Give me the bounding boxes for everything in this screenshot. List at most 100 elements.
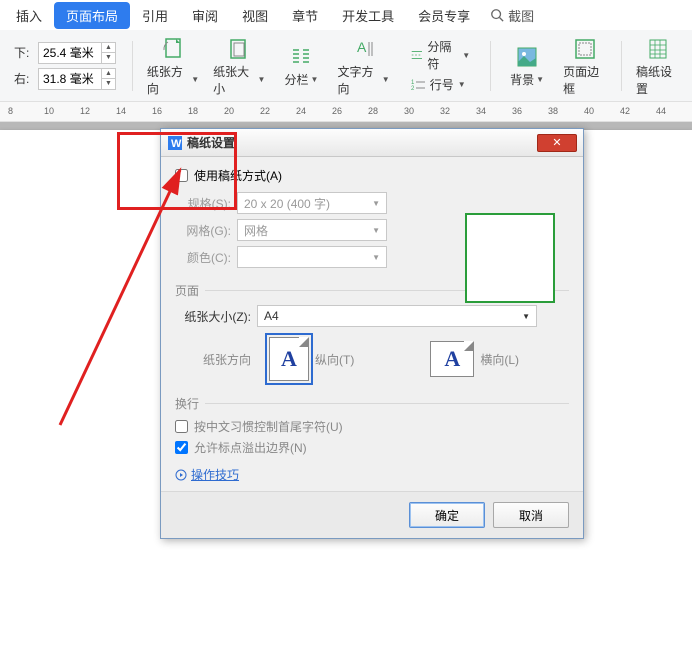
paper-size-value: A4 <box>264 309 279 323</box>
paper-size-select[interactable]: A4 ▼ <box>257 305 537 327</box>
paper-orientation-icon <box>159 35 187 63</box>
color-label: 颜色(C): <box>175 249 231 266</box>
menu-page-layout[interactable]: 页面布局 <box>54 2 130 29</box>
punct-overflow-checkbox[interactable] <box>175 441 188 454</box>
ruler-tick: 40 <box>584 106 594 116</box>
ruler-tick: 32 <box>440 106 450 116</box>
chevron-down-icon: ▼ <box>536 75 544 84</box>
cjk-wrap-checkbox[interactable] <box>175 420 188 433</box>
ruler-tick: 28 <box>368 106 378 116</box>
portrait-option[interactable]: A 纵向(T) <box>269 337 354 381</box>
menu-view[interactable]: 视图 <box>230 2 280 29</box>
spinner-down-icon[interactable]: ▼ <box>102 53 115 63</box>
use-manuscript-label: 使用稿纸方式(A) <box>194 167 282 184</box>
dialog-title: 稿纸设置 <box>187 134 235 151</box>
text-direction-label: 文字方向 <box>337 63 379 97</box>
cjk-wrap-label: 按中文习惯控制首尾字符(U) <box>194 418 343 435</box>
chevron-down-icon: ▼ <box>258 75 266 84</box>
manuscript-label: 稿纸设置 <box>636 63 680 97</box>
ruler-tick: 36 <box>512 106 522 116</box>
page-border-button[interactable]: 页面边框 <box>559 33 611 99</box>
menu-references[interactable]: 引用 <box>130 2 180 29</box>
ruler-tick: 38 <box>548 106 558 116</box>
landscape-option[interactable]: A 横向(L) <box>430 341 519 377</box>
ruler-tick: 26 <box>332 106 342 116</box>
color-select[interactable]: ▼ <box>237 246 387 268</box>
tips-link[interactable]: 操作技巧 <box>175 466 569 483</box>
columns-button[interactable]: 分栏▼ <box>275 41 327 90</box>
manuscript-icon <box>644 35 672 63</box>
background-label: 背景 <box>510 71 534 88</box>
chevron-down-icon: ▼ <box>458 80 466 89</box>
close-icon: ✕ <box>552 136 561 149</box>
ruler-tick: 14 <box>116 106 126 116</box>
margin-bottom-input[interactable] <box>39 46 101 60</box>
spec-label: 规格(S): <box>175 195 231 212</box>
ribbon-separator <box>132 41 133 91</box>
line-number-label: 行号 <box>430 76 454 93</box>
columns-icon <box>287 43 315 71</box>
spinner-down-icon[interactable]: ▼ <box>102 79 115 89</box>
separator-icon <box>410 48 424 62</box>
svg-text:A: A <box>357 39 367 55</box>
close-button[interactable]: ✕ <box>537 134 577 152</box>
paper-orient-label: 纸张方向 <box>175 351 251 368</box>
grid-select[interactable]: 网格▼ <box>237 219 387 241</box>
paper-orientation-button[interactable]: 纸张方向▼ <box>143 33 203 99</box>
dialog-icon: W <box>167 135 183 151</box>
manuscript-preview <box>465 213 555 303</box>
background-button[interactable]: 背景▼ <box>501 41 553 90</box>
menu-chapter[interactable]: 章节 <box>280 2 330 29</box>
use-manuscript-checkbox[interactable] <box>175 169 188 182</box>
horizontal-ruler: 810121416182022242628303234363840424446 <box>0 102 692 122</box>
separator-label: 分隔符 <box>427 38 458 72</box>
ribbon: 下: ▲▼ 右: ▲▼ 纸张方向▼ 纸张大小▼ 分栏▼ A 文字方向▼ <box>0 30 692 102</box>
chevron-down-icon: ▼ <box>382 75 390 84</box>
manuscript-button[interactable]: 稿纸设置 <box>632 33 684 99</box>
margin-right-label: 右: <box>14 70 38 87</box>
ruler-tick: 44 <box>656 106 666 116</box>
cancel-button[interactable]: 取消 <box>493 502 569 528</box>
spinner-up-icon[interactable]: ▲ <box>102 43 115 53</box>
svg-text:2: 2 <box>411 86 415 92</box>
search-icon <box>490 8 504 22</box>
ruler-tick: 8 <box>8 106 13 116</box>
ruler-tick: 30 <box>404 106 414 116</box>
ruler-tick: 10 <box>44 106 54 116</box>
dialog-titlebar[interactable]: W 稿纸设置 ✕ <box>161 129 583 157</box>
menu-review[interactable]: 审阅 <box>180 2 230 29</box>
paper-size-button[interactable]: 纸张大小▼ <box>209 33 269 99</box>
ribbon-separator <box>621 41 622 91</box>
ruler-tick: 20 <box>224 106 234 116</box>
ruler-tick: 22 <box>260 106 270 116</box>
margin-bottom-label: 下: <box>14 44 38 61</box>
margin-right-spinner[interactable]: ▲▼ <box>38 68 116 90</box>
background-icon <box>513 43 541 71</box>
text-direction-icon: A <box>350 35 378 63</box>
chevron-down-icon: ▼ <box>372 253 380 262</box>
margin-bottom-spinner[interactable]: ▲▼ <box>38 42 116 64</box>
landscape-label: 横向(L) <box>480 351 519 368</box>
line-number-icon: 12 <box>410 78 426 92</box>
ok-button[interactable]: 确定 <box>409 502 485 528</box>
chevron-down-icon: ▼ <box>310 75 318 84</box>
spinner-up-icon[interactable]: ▲ <box>102 69 115 79</box>
chevron-down-icon: ▼ <box>522 312 530 321</box>
line-number-button[interactable]: 12 行号 ▼ <box>406 74 475 95</box>
separator-button[interactable]: 分隔符▼ <box>406 36 475 74</box>
chevron-down-icon: ▼ <box>191 75 199 84</box>
menu-bar: 插入 页面布局 引用 审阅 视图 章节 开发工具 会员专享 截图 <box>0 0 692 30</box>
search-box[interactable]: 截图 <box>490 6 534 25</box>
margin-right-input[interactable] <box>39 72 101 86</box>
columns-label: 分栏 <box>284 71 308 88</box>
menu-vip[interactable]: 会员专享 <box>406 2 482 29</box>
text-direction-button[interactable]: A 文字方向▼ <box>333 33 393 99</box>
ruler-tick: 24 <box>296 106 306 116</box>
menu-insert[interactable]: 插入 <box>4 2 54 29</box>
spec-select[interactable]: 20 x 20 (400 字)▼ <box>237 192 387 214</box>
paper-size-label: 纸张大小 <box>213 63 255 97</box>
ruler-tick: 34 <box>476 106 486 116</box>
page-border-label: 页面边框 <box>563 63 607 97</box>
chevron-down-icon: ▼ <box>372 199 380 208</box>
menu-dev-tools[interactable]: 开发工具 <box>330 2 406 29</box>
